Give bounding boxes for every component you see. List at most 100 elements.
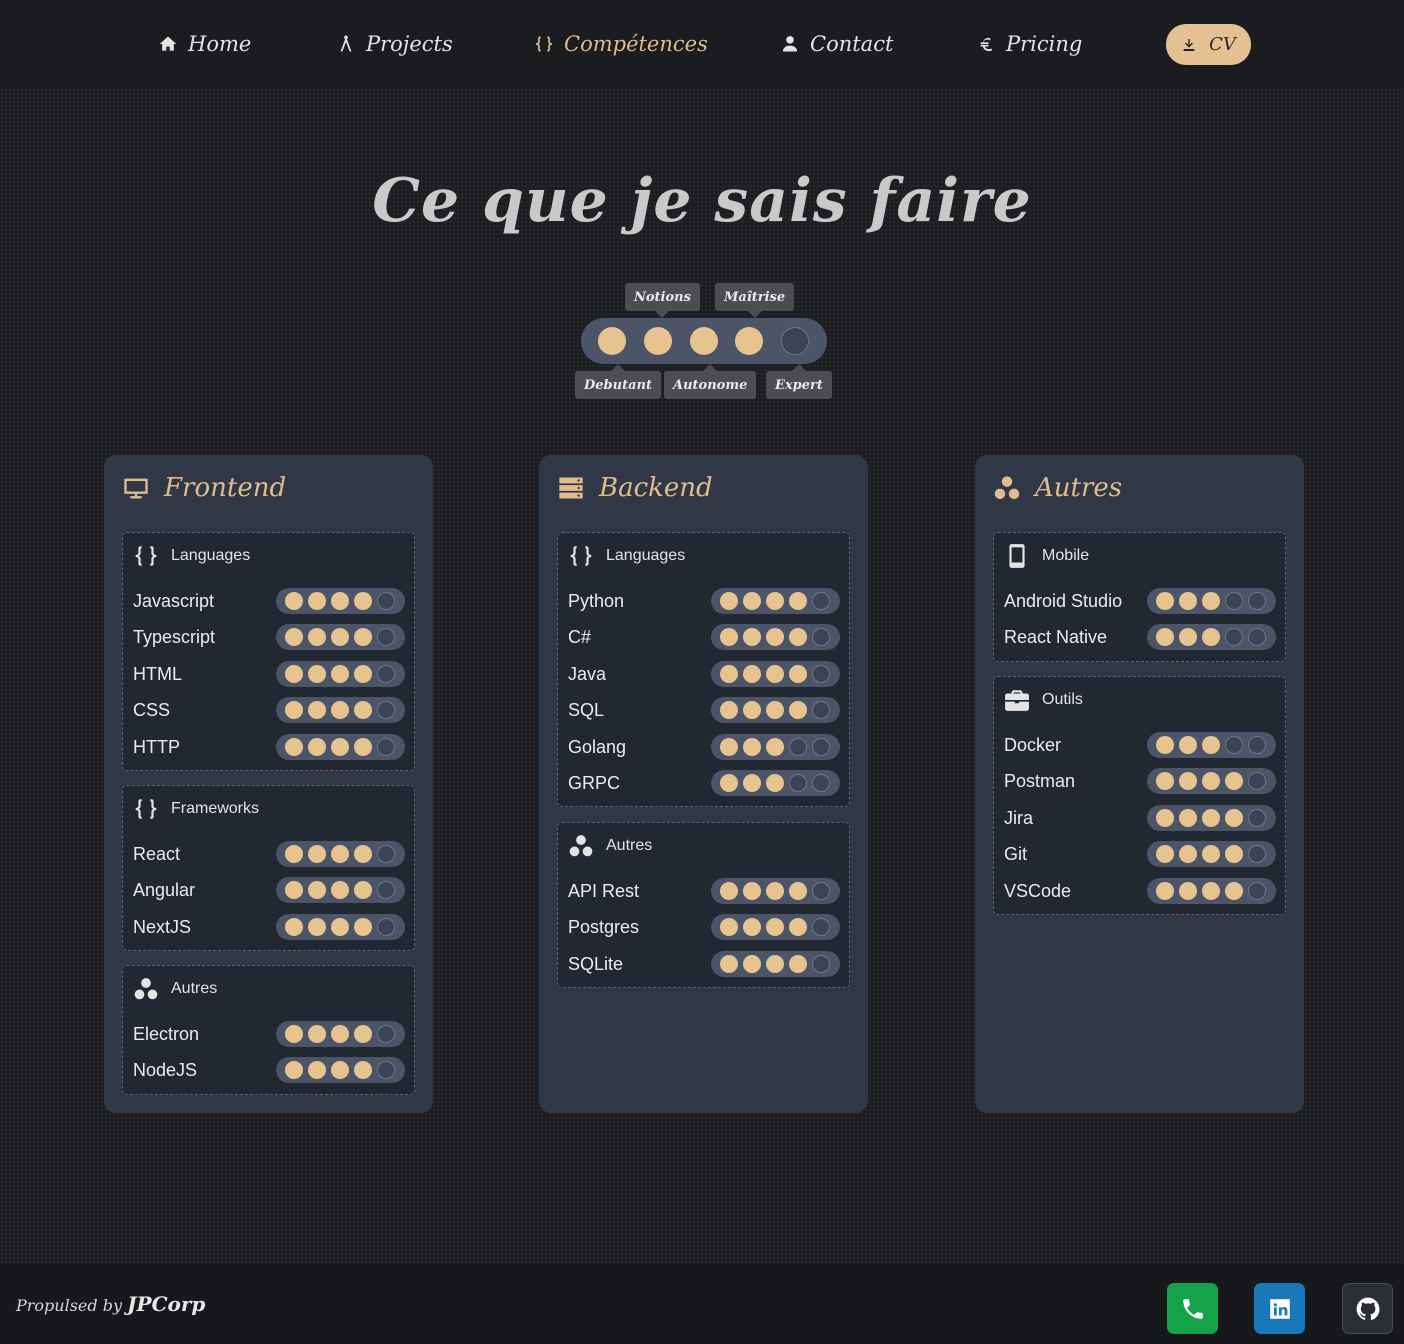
column-title: Backend [599,473,713,503]
skill-name: Javascript [133,591,215,611]
skill-name: Java [568,664,607,684]
group-autres-outils: Outils Docker Postman Jira Git VSCode [993,676,1286,915]
rating-dot-filled [1156,628,1174,646]
rating-dot-filled [354,701,372,719]
group-header: Autres [133,976,217,1002]
rating-dot-filled [354,1025,372,1043]
rating-dot-filled [285,665,303,683]
skill-row: React [123,840,414,868]
rating-dot-filled [1156,882,1174,900]
skill-rating [711,697,840,723]
nav-pricing[interactable]: Pricing [976,28,1082,60]
skill-name: NextJS [133,917,192,937]
skill-name: Electron [133,1024,200,1044]
skill-name: Python [568,591,625,611]
rating-dot-filled [285,918,303,936]
rating-dot-filled [1202,736,1220,754]
skill-rating [711,770,840,796]
rating-dot-filled [308,592,326,610]
rating-dot-filled [331,881,349,899]
compass-icon [340,35,352,52]
rating-dot-filled [766,628,784,646]
rating-dot-empty [812,592,830,610]
circles-icon [994,476,1020,500]
group-title: Autres [606,837,653,854]
rating-dot-empty [377,665,395,683]
skill-rating [1147,732,1276,758]
github-icon [1356,1297,1379,1320]
nav-home[interactable]: Home [158,28,251,60]
rating-dot-filled [789,955,807,973]
skill-name: HTML [133,664,182,684]
column-header: Autres [993,473,1122,503]
rating-dot-filled [308,918,326,936]
rating-dot-filled [720,918,738,936]
rating-dot-empty [812,665,830,683]
github-button[interactable] [1342,1283,1393,1334]
nav-projects[interactable]: Projects [336,28,453,60]
rating-dot-filled [766,738,784,756]
rating-dot-filled [1202,592,1220,610]
legend-dot [644,327,672,355]
footer-brand: Propulsed by JPCorp [16,1292,205,1316]
legend-dot [735,327,763,355]
rating-dot-filled [743,628,761,646]
rating-dot-filled [720,738,738,756]
circles-icon [134,978,158,1000]
column-header: Backend [557,473,713,503]
rating-dot-filled [1156,736,1174,754]
legend-label-notions: Notions [625,283,700,318]
skill-name: Postgres [568,917,640,937]
rating-dot-filled [1179,845,1197,863]
rating-dot-filled [1179,772,1197,790]
skill-name: Git [1004,844,1028,864]
legend-label-autonome: Autonome [664,364,757,399]
rating-dot-empty [1248,809,1266,827]
skill-rating [711,878,840,904]
rating-dot-filled [354,665,372,683]
phone-button[interactable] [1167,1283,1218,1334]
skill-row: Java [558,660,849,688]
rating-dot-filled [354,881,372,899]
group-title: Outils [1042,691,1083,708]
nav-contact-label: Contact [810,32,894,56]
rating-dot-filled [1156,809,1174,827]
rating-dot-filled [308,1061,326,1079]
group-title: Frameworks [171,800,260,817]
rating-dot-empty [1225,736,1243,754]
column-backend: Backend Languages Python C# Java SQL Gol… [539,455,868,1113]
rating-dot-filled [1179,882,1197,900]
top-navbar: Home Projects Compétences Contact Pricin… [0,0,1404,88]
nav-contact[interactable]: Contact [780,28,893,60]
rating-dot-filled [354,845,372,863]
rating-dot-empty [377,738,395,756]
skill-name: Docker [1004,735,1062,755]
rating-dot-filled [308,881,326,899]
download-cv-button[interactable]: CV [1166,24,1251,65]
rating-dot-filled [766,918,784,936]
skill-row: CSS [123,696,414,724]
group-header: Languages [568,543,685,569]
skill-name: GRPC [568,773,621,793]
braces-icon [570,546,592,566]
linkedin-button[interactable] [1254,1283,1305,1334]
rating-dot-filled [308,701,326,719]
skill-rating [276,1021,405,1047]
rating-dot-filled [766,955,784,973]
skill-rating [1147,878,1276,904]
phone-icon [1182,1298,1203,1319]
skill-row: HTML [123,660,414,688]
group-header: Autres [568,833,652,859]
column-title: Frontend [164,473,287,503]
nav-competences[interactable]: Compétences [534,28,708,60]
rating-dot-filled [308,1025,326,1043]
rating-dot-filled [1202,628,1220,646]
rating-dot-filled [1179,592,1197,610]
skill-row: NextJS [123,913,414,941]
legend-rating [581,318,827,364]
rating-dot-filled [766,701,784,719]
rating-dot-filled [720,882,738,900]
column-header: Frontend [122,473,286,503]
rating-dot-filled [720,628,738,646]
rating-dot-filled [789,665,807,683]
